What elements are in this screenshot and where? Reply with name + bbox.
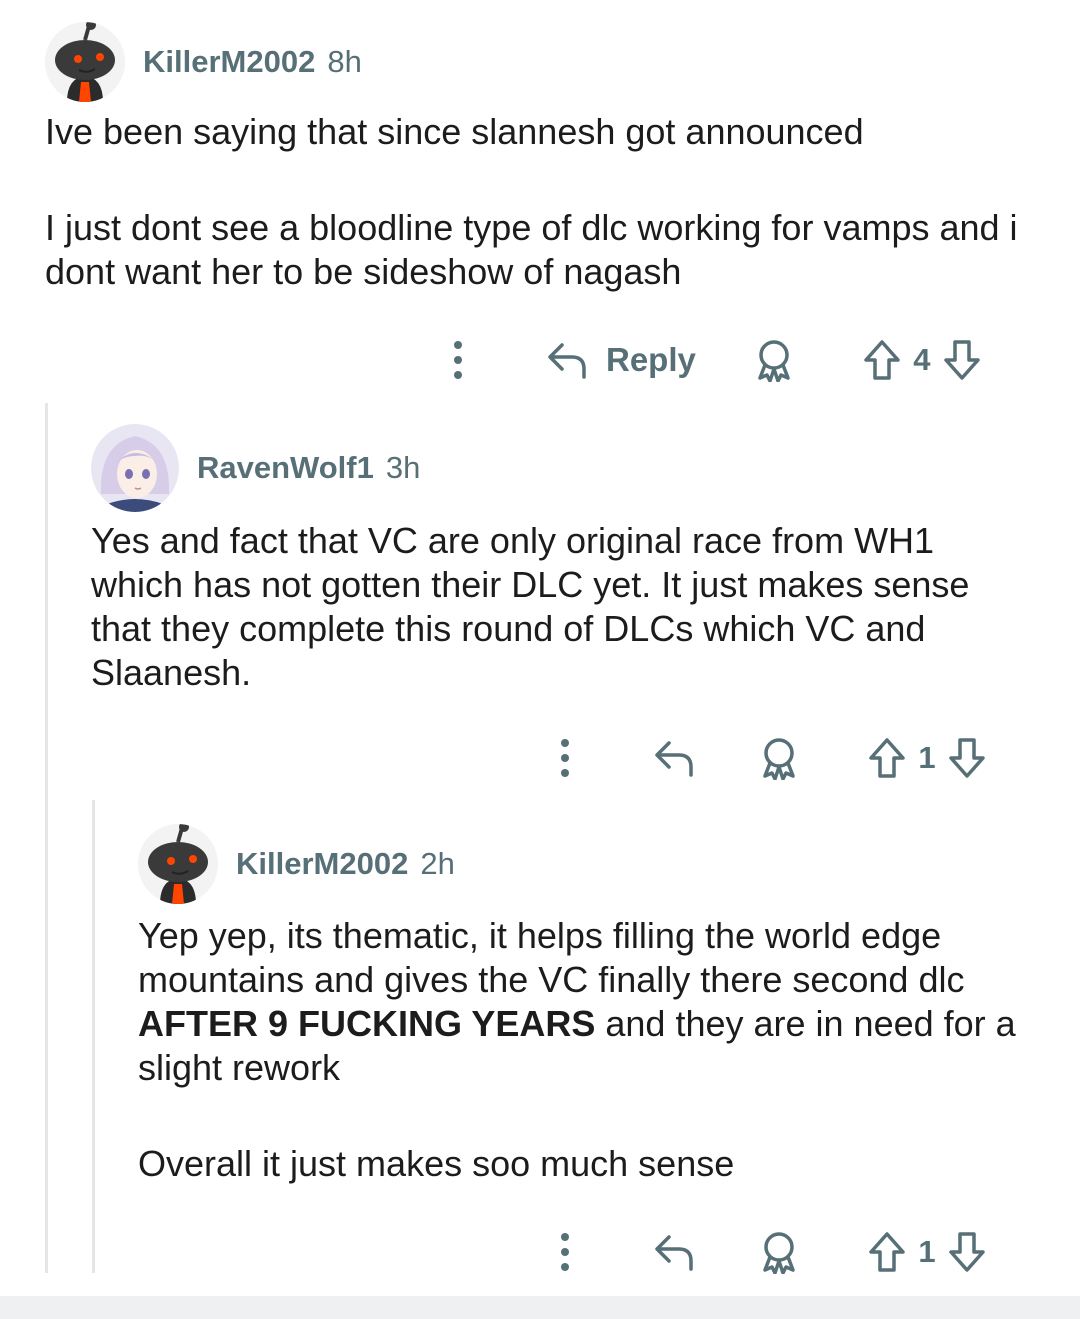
upvote-arrow-icon	[869, 738, 905, 778]
comment-2: RavenWolf1 3h Yes and fact that VC are o…	[91, 424, 1031, 695]
comment-3: KillerM2002 2h Yep yep, its thematic, it…	[138, 798, 1028, 1186]
comment-paragraph: Ive been saying that since slannesh got …	[45, 111, 864, 152]
reply-arrow-icon	[548, 343, 586, 379]
comment-1: KillerM2002 8h Ive been saying that sinc…	[45, 0, 1045, 294]
text-before-bold: Yep yep, its thematic, it helps filling …	[138, 915, 965, 1000]
downvote-button[interactable]	[947, 728, 987, 788]
avatar[interactable]	[91, 424, 179, 512]
bottom-bar	[0, 1296, 1080, 1319]
vote-count: 1	[918, 740, 936, 775]
comment-body: Yep yep, its thematic, it helps filling …	[138, 914, 1028, 1186]
comment-age: 3h	[385, 450, 421, 485]
anime-girl-avatar-icon	[91, 424, 179, 512]
avatar[interactable]	[138, 824, 218, 904]
downvote-arrow-icon	[949, 1232, 985, 1272]
comment-age: 8h	[327, 44, 362, 79]
comment-header: RavenWolf1 3h	[91, 424, 1031, 512]
snoo-avatar-icon	[45, 22, 125, 102]
reply-arrow-icon	[655, 741, 693, 777]
reply-button[interactable]: Reply	[546, 330, 696, 390]
upvote-arrow-icon	[864, 340, 900, 380]
comment-body: Ive been saying that since slannesh got …	[45, 110, 1045, 294]
more-options-icon[interactable]	[547, 728, 583, 788]
downvote-arrow-icon	[944, 340, 980, 380]
award-icon[interactable]	[757, 728, 801, 788]
bold-emphasis: AFTER 9 FUCKING YEARS	[138, 1003, 596, 1044]
upvote-arrow-icon	[869, 1232, 905, 1272]
comment-paragraph: I just dont see a bloodline type of dlc …	[45, 207, 1018, 292]
username[interactable]: KillerM2002	[143, 44, 315, 80]
comment-actions: 1	[547, 1222, 987, 1282]
comment-actions: 1	[547, 728, 987, 788]
vote-count: 4	[913, 342, 931, 377]
username[interactable]: KillerM2002	[236, 846, 408, 882]
comment-paragraph: Yes and fact that VC are only original r…	[91, 520, 970, 693]
award-icon[interactable]	[757, 1222, 801, 1282]
more-options-icon[interactable]	[440, 330, 476, 390]
downvote-button[interactable]	[947, 1222, 987, 1282]
snoo-avatar-icon	[138, 824, 218, 904]
comment-paragraph: Overall it just makes soo much sense	[138, 1143, 735, 1184]
downvote-arrow-icon	[949, 738, 985, 778]
upvote-button[interactable]	[862, 330, 902, 390]
thread-line-level-2[interactable]	[92, 800, 95, 1273]
reply-button[interactable]	[653, 1222, 695, 1282]
vote-count: 1	[918, 1234, 936, 1269]
comment-actions: Reply 4	[440, 330, 982, 390]
reply-label: Reply	[606, 341, 696, 378]
comment-age: 2h	[420, 846, 455, 881]
comment-header: KillerM2002 8h	[45, 22, 1045, 102]
username[interactable]: RavenWolf1	[197, 450, 374, 486]
avatar[interactable]	[45, 22, 125, 102]
comment-paragraph: Yep yep, its thematic, it helps filling …	[138, 914, 1028, 1090]
comment-body: Yes and fact that VC are only original r…	[91, 519, 1031, 695]
upvote-button[interactable]	[867, 1222, 907, 1282]
award-icon[interactable]	[752, 330, 796, 390]
reply-arrow-icon	[655, 1235, 693, 1271]
reply-button[interactable]	[653, 728, 695, 788]
upvote-button[interactable]	[867, 728, 907, 788]
downvote-button[interactable]	[942, 330, 982, 390]
comment-header: KillerM2002 2h	[138, 824, 1028, 904]
thread-line-level-1[interactable]	[45, 403, 48, 1273]
more-options-icon[interactable]	[547, 1222, 583, 1282]
